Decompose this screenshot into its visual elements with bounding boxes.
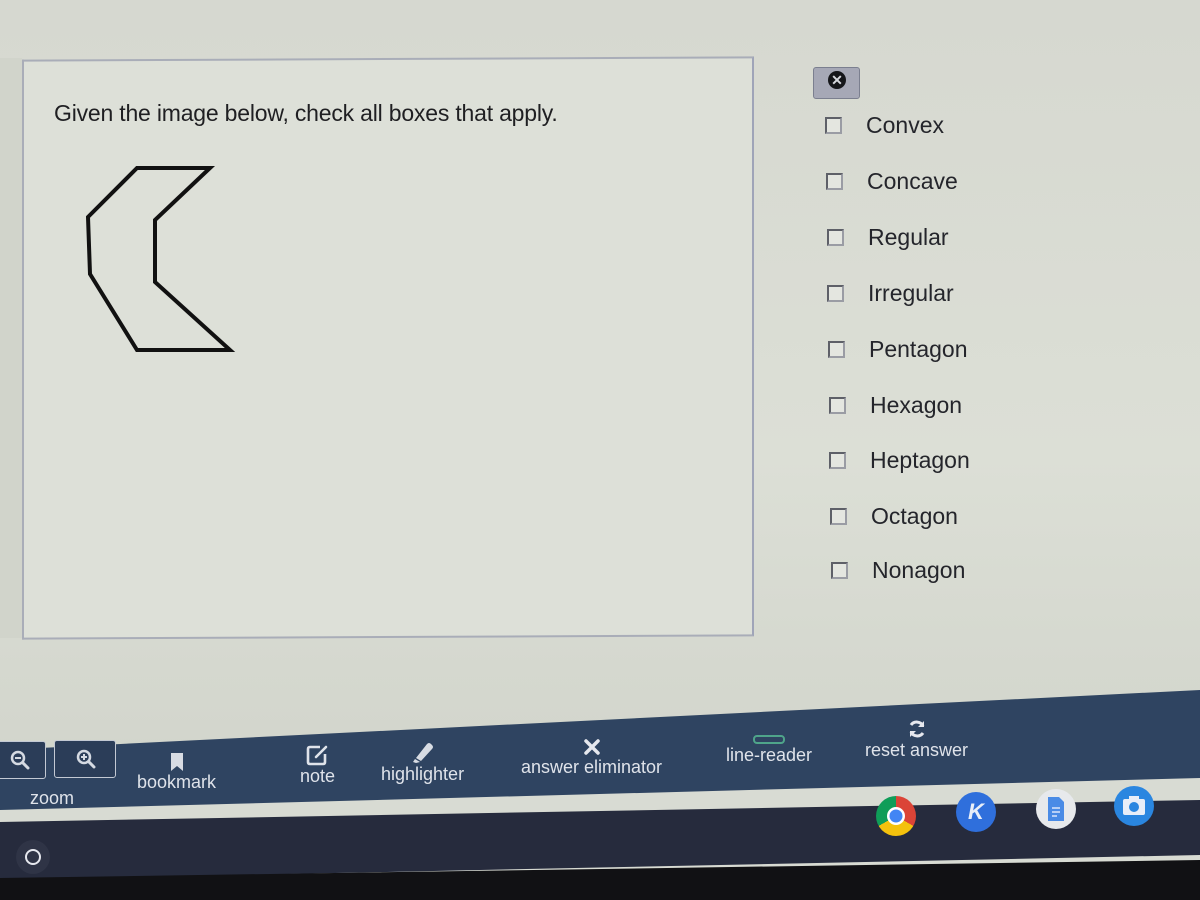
polygon-figure — [85, 166, 236, 352]
checkbox[interactable] — [828, 341, 845, 358]
option-label: Concave — [867, 168, 958, 194]
zoom-in-button[interactable] — [54, 740, 116, 778]
launcher-circle-icon — [25, 849, 41, 865]
k-letter-icon: K — [968, 799, 984, 824]
option-octagon[interactable]: Octagon — [830, 503, 958, 530]
reset-answer-button[interactable]: reset answer — [865, 718, 968, 761]
checkbox[interactable] — [829, 397, 846, 414]
checkbox[interactable] — [826, 173, 843, 190]
option-concave[interactable]: Concave — [826, 168, 958, 195]
option-label: Convex — [866, 112, 944, 138]
option-label: Regular — [868, 224, 949, 250]
option-label: Irregular — [868, 280, 954, 306]
bookmark-button[interactable]: bookmark — [137, 752, 216, 793]
note-button[interactable]: note — [300, 744, 335, 787]
chrome-icon — [887, 807, 905, 825]
docs-icon — [1048, 797, 1064, 821]
docs-app[interactable] — [1036, 789, 1076, 829]
highlighter-label: highlighter — [381, 764, 465, 784]
checkbox[interactable] — [825, 117, 842, 134]
line-reader-label: line-reader — [726, 745, 813, 765]
option-label: Pentagon — [869, 336, 968, 362]
camera-icon — [1123, 796, 1145, 815]
checkbox[interactable] — [829, 452, 846, 469]
option-label: Nonagon — [872, 557, 966, 583]
note-edit-icon — [306, 745, 327, 766]
chrome-app[interactable] — [876, 796, 916, 836]
zoom-label-wrap: zoom — [30, 788, 74, 809]
option-label: Hexagon — [870, 392, 963, 418]
checkbox[interactable] — [827, 285, 844, 302]
line-reader-icon — [753, 735, 786, 744]
answer-eliminator-label: answer eliminator — [521, 757, 663, 777]
line-reader-button[interactable]: line-reader — [726, 733, 812, 766]
option-heptagon[interactable]: Heptagon — [829, 447, 970, 474]
concave-octagon-shape — [85, 166, 236, 352]
option-label: Octagon — [871, 503, 958, 529]
launcher-button[interactable] — [16, 840, 50, 874]
bookmark-label: bookmark — [137, 772, 217, 792]
x-icon — [583, 739, 600, 755]
answer-eliminator-button[interactable]: answer eliminator — [521, 737, 662, 778]
highlighter-button[interactable]: highlighter — [381, 740, 464, 785]
close-circle-icon: ✕ — [828, 71, 846, 89]
option-convex[interactable]: Convex — [825, 112, 944, 139]
option-nonagon[interactable]: Nonagon — [831, 557, 965, 584]
bookmark-icon — [170, 753, 183, 771]
option-label: Heptagon — [870, 447, 970, 473]
option-pentagon[interactable]: Pentagon — [828, 336, 967, 363]
option-hexagon[interactable]: Hexagon — [829, 392, 962, 419]
zoom-out-button[interactable] — [0, 741, 46, 779]
zoom-out-icon — [10, 750, 30, 770]
camera-app[interactable] — [1114, 786, 1154, 826]
checkbox[interactable] — [830, 508, 847, 525]
note-label: note — [300, 766, 336, 786]
checkbox[interactable] — [827, 229, 844, 246]
option-regular[interactable]: Regular — [827, 224, 949, 251]
close-button[interactable]: ✕ — [813, 67, 860, 99]
zoom-in-icon — [76, 749, 96, 769]
question-prompt: Given the image below, check all boxes t… — [54, 100, 558, 126]
reset-answer-label: reset answer — [865, 740, 969, 760]
left-margin — [0, 58, 22, 638]
highlighter-icon — [412, 743, 433, 763]
refresh-icon — [909, 720, 924, 738]
option-irregular[interactable]: Irregular — [827, 280, 954, 307]
checkbox[interactable] — [831, 562, 848, 579]
k-app[interactable]: K — [956, 792, 996, 832]
zoom-label: zoom — [30, 788, 75, 808]
